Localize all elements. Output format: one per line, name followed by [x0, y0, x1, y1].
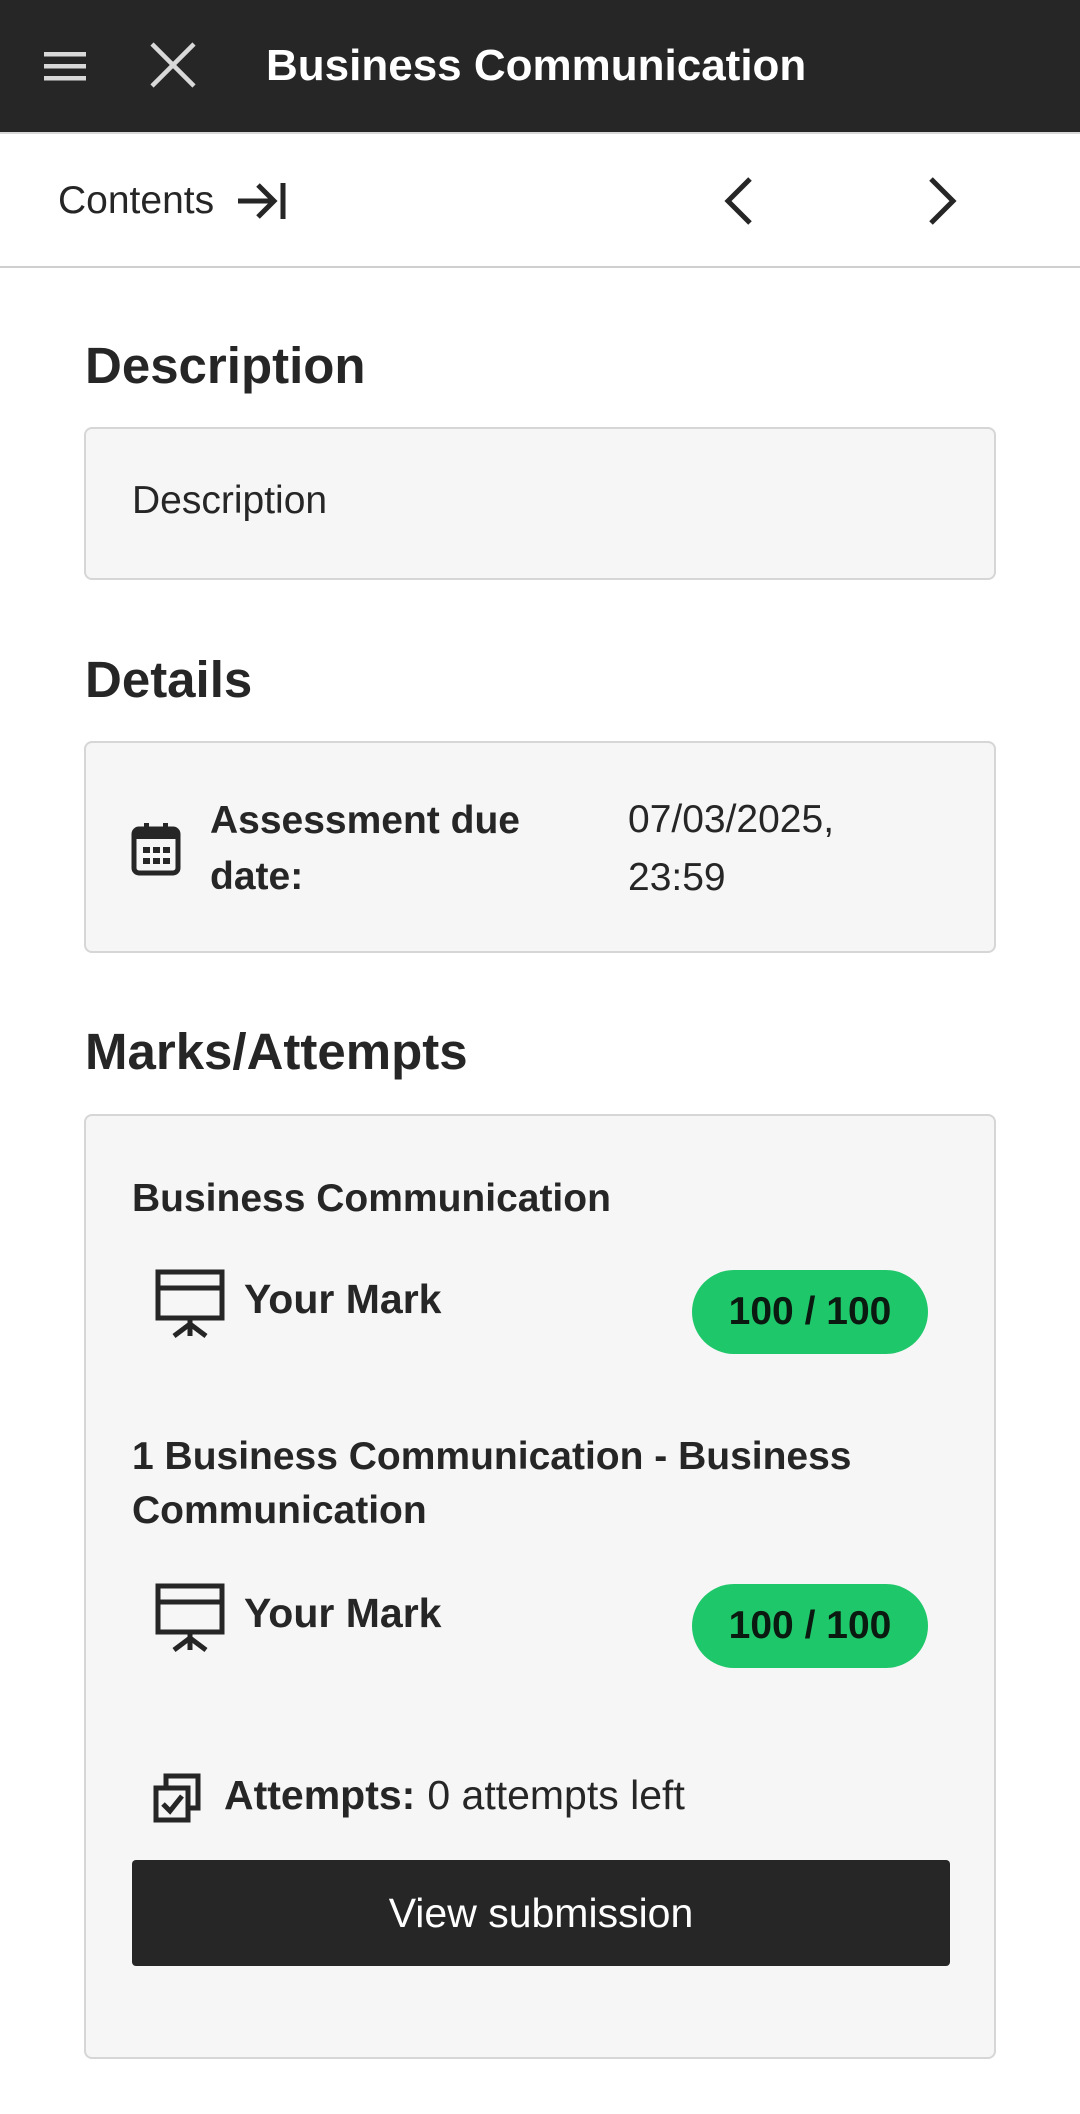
mark-item-title: Business Communication [132, 1177, 611, 1220]
chevron-right-icon [929, 177, 957, 225]
view-submission-button[interactable]: View submission [132, 1860, 950, 1966]
marks-card: Business Communication Your Mark 100 / 1… [84, 1114, 996, 2059]
content-navigation-bar: Contents [0, 132, 1080, 268]
mark-item-title: 1 Business Communication - Business Comm… [132, 1435, 852, 1532]
hamburger-menu-button[interactable] [34, 36, 94, 96]
attempts-value: 0 attempts left [427, 1771, 685, 1818]
stacked-checkbox-icon [153, 1773, 201, 1823]
top-app-bar: Business Communication [0, 0, 1080, 132]
next-item-button[interactable] [905, 166, 975, 236]
contents-label: Contents [58, 179, 215, 222]
attempts-label: Attempts: [224, 1771, 416, 1818]
attempts-row: Attempts: 0 attempts left [152, 1762, 685, 1828]
close-icon [150, 42, 196, 88]
hamburger-icon [44, 52, 86, 81]
your-mark-label: Your Mark [244, 1590, 442, 1636]
description-card: Description [84, 427, 996, 580]
mark-score-badge: 100 / 100 [692, 1270, 928, 1354]
marks-heading: Marks/Attempts [85, 1023, 468, 1080]
due-date-value: 07/03/2025, 23:59 [628, 798, 835, 899]
close-button[interactable] [142, 36, 202, 96]
description-heading: Description [85, 337, 366, 394]
previous-item-button[interactable] [706, 166, 776, 236]
page-title: Business Communication [266, 41, 807, 90]
calendar-icon [131, 823, 181, 876]
presentation-board-icon [155, 1583, 225, 1652]
your-mark-label: Your Mark [244, 1276, 442, 1322]
details-card: Assessment due date: 07/03/2025, 23:59 [84, 741, 996, 953]
mark-score-badge: 100 / 100 [692, 1584, 928, 1668]
presentation-board-icon [155, 1269, 225, 1338]
contents-button[interactable]: Contents [58, 166, 288, 236]
chevron-left-icon [724, 177, 752, 225]
details-heading: Details [85, 651, 253, 708]
description-text: Description [132, 479, 328, 522]
due-date-label: Assessment due date: [210, 799, 520, 898]
arrow-to-right-bar-icon [238, 183, 286, 219]
